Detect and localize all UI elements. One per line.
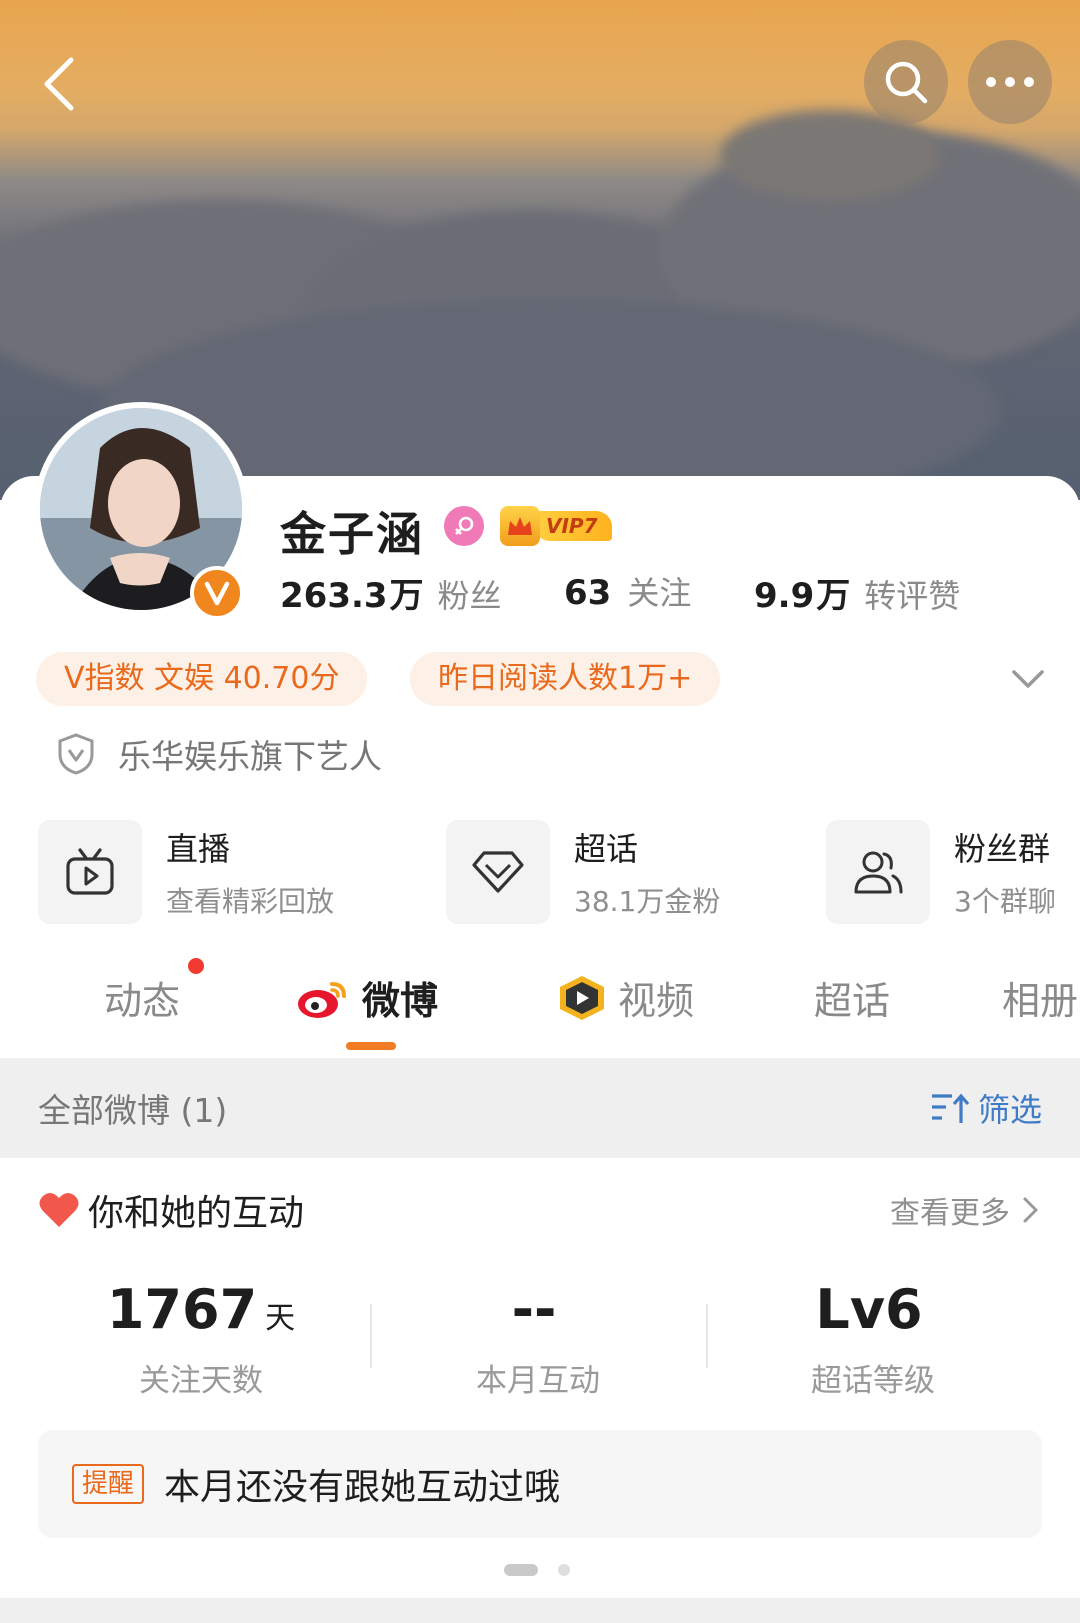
stat-label: 粉丝 — [437, 577, 502, 615]
tile-subtitle: 查看精彩回放 — [166, 885, 335, 918]
tab-label: 动态 — [104, 979, 181, 1023]
v-index-pill[interactable]: V指数 文娱 40.70分 — [36, 652, 368, 706]
search-button[interactable] — [864, 40, 948, 124]
tab-video[interactable]: 视频 — [556, 970, 694, 1025]
female-icon — [444, 506, 484, 546]
tile-icon-box — [446, 820, 550, 924]
tab-label: 相册 — [1002, 979, 1079, 1023]
reader-count-pill[interactable]: 昨日阅读人数1万+ — [410, 652, 721, 706]
more-button[interactable] — [968, 40, 1052, 124]
tab-weibo[interactable]: 微博 — [296, 970, 438, 1025]
reminder-text: 本月还没有跟她互动过哦 — [164, 1467, 561, 1508]
tab-super-topic[interactable]: 超话 — [814, 970, 890, 1025]
metric-value: -- — [511, 1278, 557, 1341]
interaction-header: 你和她的互动 查看更多 — [38, 1182, 1042, 1238]
tile-title: 超话 — [574, 830, 639, 868]
tile-title: 直播 — [166, 830, 231, 868]
reminder-banner[interactable]: 提醒 本月还没有跟她互动过哦 — [38, 1430, 1042, 1538]
stat-unit: 万 — [816, 576, 851, 616]
profile-name: 金子涵 — [280, 507, 424, 561]
page-dot — [558, 1564, 570, 1576]
more-dots-icon — [986, 77, 1034, 87]
reminder-tag: 提醒 — [72, 1464, 145, 1504]
tab-label: 超话 — [814, 979, 891, 1023]
stat-value: 263.3 — [280, 576, 388, 616]
metric-monthly-interaction: -- 本月互动 — [373, 1278, 703, 1400]
search-icon — [885, 61, 928, 104]
tab-feed[interactable]: 动态 — [104, 970, 180, 1025]
stat-unit: 万 — [389, 576, 424, 616]
tab-album[interactable]: 相册 — [1002, 970, 1078, 1025]
tv-icon — [66, 848, 114, 895]
tile-icon-box — [38, 820, 142, 924]
section-divider — [0, 1598, 1080, 1623]
see-more-label: 查看更多 — [890, 1196, 1010, 1231]
expand-button[interactable] — [1008, 660, 1048, 700]
verified-v-icon — [204, 581, 230, 606]
metric-unit: 天 — [265, 1301, 296, 1336]
vip-level-label: VIP7 — [534, 511, 612, 541]
vip-badge[interactable]: VIP7 — [500, 504, 618, 548]
heart-icon — [39, 1192, 79, 1227]
filter-bar: 全部微博 (1) 筛选 — [0, 1058, 1080, 1158]
tab-label: 视频 — [618, 979, 695, 1023]
divider — [370, 1304, 372, 1368]
tile-subtitle: 38.1万金粉 — [574, 885, 721, 918]
stat-value: 9.9 — [754, 576, 815, 616]
back-button[interactable] — [24, 44, 94, 124]
chevron-down-icon — [1012, 670, 1044, 688]
metric-follow-days: 1767 天 关注天数 — [36, 1278, 366, 1400]
tile-super-topic[interactable]: 超话 38.1万金粉 — [446, 820, 720, 924]
shield-icon — [58, 733, 94, 775]
diamond-icon — [472, 851, 524, 893]
stat-reposts-likes[interactable]: 9.9 万 转评赞 — [754, 568, 960, 617]
chevron-right-icon — [1023, 1197, 1038, 1223]
page-dot-active — [504, 1564, 538, 1576]
tile-icon-box — [826, 820, 930, 924]
org-info[interactable]: 乐华娱乐旗下艺人 — [56, 728, 382, 780]
tile-fan-group[interactable]: 粉丝群 3个群聊 — [826, 820, 1056, 924]
interaction-title: 你和她的互动 — [88, 1193, 305, 1234]
filter-sort-icon — [931, 1093, 970, 1123]
tile-title: 粉丝群 — [954, 830, 1051, 868]
metric-label: 关注天数 — [139, 1363, 263, 1399]
stat-label: 关注 — [627, 574, 692, 612]
tile-subtitle: 3个群聊 — [954, 885, 1056, 918]
weibo-logo-icon — [298, 981, 346, 1018]
video-icon — [560, 975, 604, 1020]
all-weibo-count: 全部微博 (1) — [38, 1091, 228, 1130]
metric-value: 1767 — [106, 1278, 258, 1341]
filter-button[interactable]: 筛选 — [930, 1085, 1042, 1131]
page-indicator — [504, 1564, 570, 1576]
chevron-left-icon — [44, 57, 74, 111]
metric-label: 本月互动 — [476, 1363, 600, 1399]
stat-followers[interactable]: 263.3 万 粉丝 — [280, 568, 502, 617]
org-text: 乐华娱乐旗下艺人 — [118, 737, 382, 776]
see-more-link[interactable]: 查看更多 — [890, 1188, 1042, 1232]
metric-label: 超话等级 — [811, 1363, 935, 1399]
crown-icon — [500, 506, 540, 546]
filter-label: 筛选 — [977, 1091, 1042, 1129]
active-tab-indicator — [346, 1042, 396, 1050]
profile-tabs: 动态 微博 视频 超话 相册 — [0, 960, 1080, 1056]
verified-badge — [190, 566, 244, 620]
stat-value: 63 — [564, 573, 612, 613]
stat-following[interactable]: 63 关注 — [564, 568, 691, 614]
tab-label: 微博 — [362, 979, 439, 1023]
stat-label: 转评赞 — [864, 577, 961, 615]
metric-value: Lv6 — [815, 1278, 923, 1341]
group-icon — [854, 851, 903, 894]
metric-topic-level: Lv6 超话等级 — [708, 1278, 1038, 1400]
tile-live[interactable]: 直播 查看精彩回放 — [38, 820, 334, 924]
notification-dot — [188, 958, 204, 974]
